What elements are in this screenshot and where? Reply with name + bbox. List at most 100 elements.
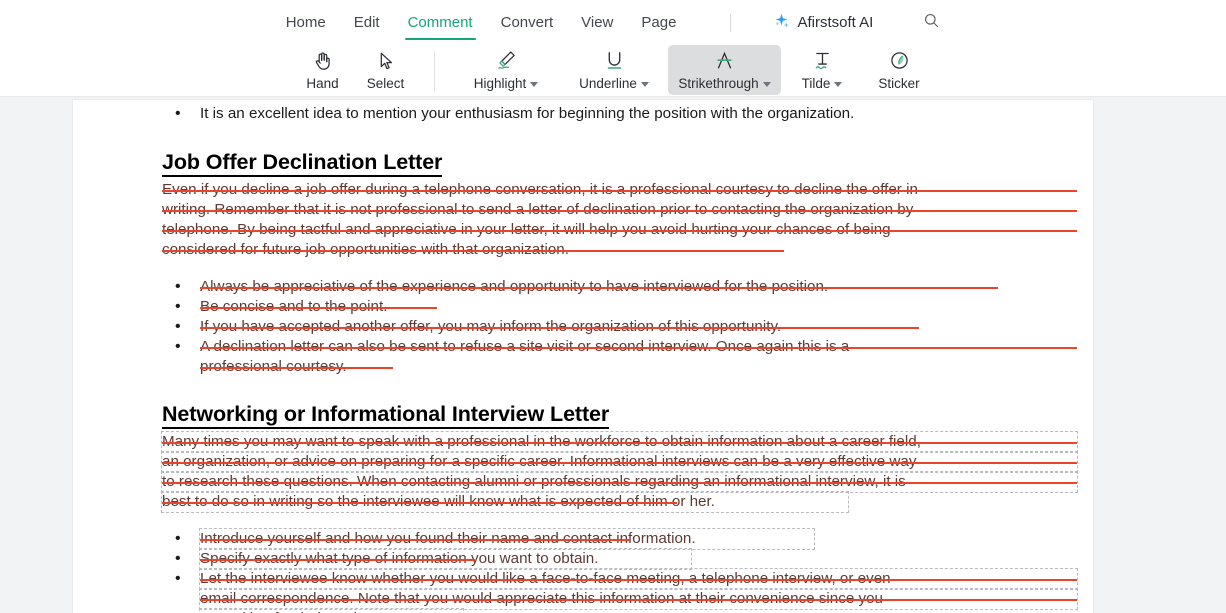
- highlighter-icon: [494, 48, 519, 74]
- tool-select-label-row: Select: [367, 75, 405, 93]
- bullet-list: • Always be appreciative of the experien…: [162, 277, 1077, 377]
- tool-underline[interactable]: Underline: [560, 45, 668, 95]
- text-line: are asking for their assistance.: [198, 608, 465, 613]
- search-button[interactable]: [923, 12, 940, 34]
- text-line: telephone. By being tactful and apprecia…: [162, 220, 1077, 240]
- section-heading: Networking or Informational Interview Le…: [162, 401, 609, 429]
- tool-sticker-label: Sticker: [878, 75, 920, 91]
- menu-tab-convert[interactable]: Convert: [501, 0, 554, 45]
- tool-highlight[interactable]: Highlight: [452, 45, 560, 95]
- menu-tab-edit[interactable]: Edit: [354, 0, 380, 45]
- list-item-text: Specify exactly what type of information…: [198, 548, 1077, 570]
- comment-toolbar: Hand Select Highlight Underline Striketh…: [0, 44, 1226, 97]
- text-line: Be concise and to the point.: [200, 297, 1077, 317]
- list-item[interactable]: • If you have accepted another offer, yo…: [162, 317, 1077, 337]
- list-item-text: If you have accepted another offer, you …: [200, 317, 1077, 337]
- list-item[interactable]: • Always be appreciative of the experien…: [162, 277, 1077, 297]
- list-item[interactable]: • Let the interviewee know whether you w…: [162, 568, 1078, 613]
- text-line: best to do so in writing so the intervie…: [160, 491, 850, 513]
- chevron-down-icon[interactable]: [640, 82, 649, 87]
- text-line: Even if you decline a job offer during a…: [162, 180, 1077, 200]
- bullet-marker: •: [175, 298, 181, 315]
- menu-divider: [730, 13, 732, 32]
- strikethrough-icon: [712, 48, 737, 74]
- bullet-marker: •: [175, 338, 181, 355]
- sparkle-icon: [773, 12, 790, 34]
- tool-hand-label: Hand: [306, 75, 339, 91]
- list-item[interactable]: • Be concise and to the point.: [162, 297, 1077, 317]
- bullet-marker: •: [175, 570, 181, 587]
- bullet-list-selected: • Introduce yourself and how you found t…: [162, 528, 1078, 613]
- tool-strikethrough-label: Strikethrough: [678, 75, 759, 91]
- text-line: If you have accepted another offer, you …: [200, 317, 1077, 337]
- chevron-down-icon[interactable]: [762, 82, 771, 87]
- text-line: an organization, or advice on preparing …: [161, 451, 1078, 473]
- section-heading: Job Offer Declination Letter: [162, 149, 442, 177]
- bullet-marker: •: [175, 105, 181, 122]
- menu-tab-page[interactable]: Page: [641, 0, 676, 45]
- afirstsoft-ai-label: Afirstsoft AI: [797, 14, 874, 31]
- document-canvas[interactable]: • It is an excellent idea to mention you…: [0, 97, 1226, 613]
- tool-strip: Hand Select Highlight Underline Striketh…: [291, 44, 935, 97]
- tool-sticker[interactable]: Sticker: [863, 45, 935, 95]
- tool-hand[interactable]: Hand: [291, 45, 354, 95]
- heading-block: Job Offer Declination Letter: [162, 149, 1077, 177]
- text-line: Specify exactly what type of information…: [198, 548, 693, 570]
- menu-tab-comment[interactable]: Comment: [404, 0, 476, 45]
- list-item-text: Introduce yourself and how you found the…: [199, 528, 1077, 550]
- chevron-down-icon[interactable]: [530, 82, 539, 87]
- pdf-page[interactable]: • It is an excellent idea to mention you…: [73, 100, 1093, 613]
- bullet-marker: •: [175, 530, 181, 547]
- menu-tab-home[interactable]: Home: [286, 0, 326, 45]
- bullet-marker: •: [175, 550, 181, 567]
- tool-hand-label-row: Hand: [306, 75, 338, 93]
- text-line: A declination letter can also be sent to…: [200, 337, 1077, 357]
- list-item-text: Let the interviewee know whether you wou…: [198, 568, 1078, 613]
- list-item-text: A declination letter can also be sent to…: [200, 337, 1077, 377]
- text-line: Many times you may want to speak with a …: [161, 431, 1078, 453]
- text-line: considered for future job opportunities …: [162, 240, 1077, 260]
- bullet-marker: •: [175, 318, 181, 335]
- text-line: to research these questions. When contac…: [161, 471, 1078, 493]
- text-line: professional courtesy.: [200, 357, 1077, 377]
- text-line: email correspondence. Note that you woul…: [199, 588, 1078, 610]
- tool-tilde[interactable]: Tilde: [781, 45, 863, 95]
- bullet-marker: •: [175, 278, 181, 295]
- hand-icon: [311, 48, 335, 74]
- list-item-text: Be concise and to the point.: [200, 297, 1077, 317]
- tool-highlight-label: Highlight: [473, 75, 527, 91]
- text-line: It is an excellent idea to mention your …: [200, 105, 855, 122]
- tool-underline-label: Underline: [579, 75, 637, 91]
- annotated-paragraph-selected[interactable]: Many times you may want to speak with a …: [160, 431, 1078, 513]
- afirstsoft-ai-button[interactable]: Afirstsoft AI: [773, 12, 873, 34]
- menu-tab-view[interactable]: View: [581, 0, 613, 45]
- sticker-leaf-icon: [887, 48, 912, 74]
- annotated-paragraph[interactable]: Even if you decline a job offer during a…: [162, 180, 1077, 260]
- text-line: Let the interviewee know whether you wou…: [199, 568, 1078, 590]
- list-item[interactable]: • Specify exactly what type of informati…: [162, 548, 1077, 570]
- list-item[interactable]: • A declination letter can also be sent …: [162, 337, 1077, 377]
- text-line: writing. Remember that it is not profess…: [162, 200, 1077, 220]
- tool-highlight-label-row: Highlight: [474, 75, 539, 93]
- list-item[interactable]: • Introduce yourself and how you found t…: [162, 528, 1077, 550]
- tool-sticker-label-row: Sticker: [878, 75, 919, 93]
- tool-strikethrough-label-row: Strikethrough: [678, 75, 771, 93]
- main-menu-bar: Home Edit Comment Convert View Page Afir…: [0, 0, 1226, 45]
- list-item[interactable]: • It is an excellent idea to mention you…: [162, 104, 1077, 124]
- menu-tab-list: Home Edit Comment Convert View Page Afir…: [286, 0, 941, 45]
- cursor-arrow-icon: [374, 48, 398, 74]
- tool-strikethrough[interactable]: Strikethrough: [668, 44, 781, 95]
- tool-tilde-label: Tilde: [801, 75, 831, 91]
- chevron-down-icon[interactable]: [834, 82, 843, 87]
- list-item-text: It is an excellent idea to mention your …: [200, 104, 1077, 124]
- heading-block: Networking or Informational Interview Le…: [162, 401, 1077, 429]
- tilde-icon: [810, 48, 835, 74]
- tool-select[interactable]: Select: [354, 45, 417, 95]
- tool-tilde-label-row: Tilde: [802, 75, 843, 93]
- text-line: Introduce yourself and how you found the…: [199, 528, 815, 550]
- tool-select-label: Select: [366, 75, 405, 91]
- text-line: Always be appreciative of the experience…: [200, 277, 1077, 297]
- toolbar-divider: [434, 50, 435, 91]
- search-icon: [923, 12, 940, 34]
- list-item-text: Always be appreciative of the experience…: [200, 277, 1077, 297]
